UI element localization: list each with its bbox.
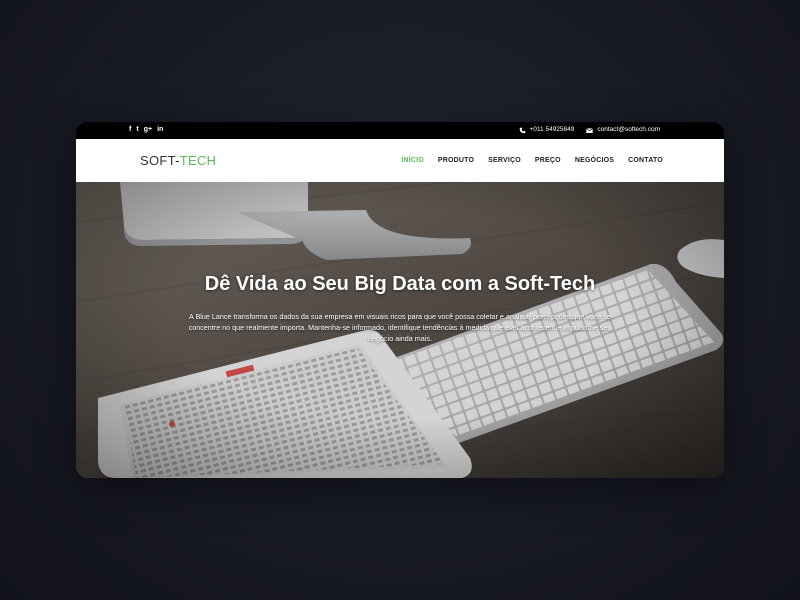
nav-item-produto[interactable]: PRODUTO bbox=[438, 157, 474, 164]
nav-menu: INÍCIO PRODUTO SERVIÇO PREÇO NEGÓCIOS CO… bbox=[401, 157, 663, 164]
hero-description: A Blue Lance transforma os dados da sua … bbox=[188, 312, 612, 343]
main-navbar: SOFT-TECH INÍCIO PRODUTO SERVIÇO PREÇO N… bbox=[76, 139, 724, 182]
browser-frame: f t g+ in +011 54925849 contact@softech.… bbox=[76, 122, 724, 478]
nav-item-negocios[interactable]: NEGÓCIOS bbox=[575, 157, 614, 164]
phone-contact[interactable]: +011 54925849 bbox=[519, 125, 575, 135]
nav-item-preco[interactable]: PREÇO bbox=[535, 157, 561, 164]
envelope-icon bbox=[586, 127, 594, 133]
phone-number: +011 54925849 bbox=[529, 126, 575, 133]
hero-section: Dê Vida ao Seu Big Data com a Soft-Tech … bbox=[76, 182, 724, 478]
logo-text-accent: TECH bbox=[179, 153, 217, 168]
email-contact[interactable]: contact@softech.com bbox=[586, 125, 660, 135]
social-links: f t g+ in bbox=[129, 125, 163, 135]
hero-title: Dê Vida ao Seu Big Data com a Soft-Tech bbox=[204, 273, 596, 295]
site-logo[interactable]: SOFT-TECH bbox=[140, 153, 216, 168]
top-bar: f t g+ in +011 54925849 contact@softech.… bbox=[76, 122, 724, 139]
phone-icon bbox=[519, 127, 525, 133]
nav-item-inicio[interactable]: INÍCIO bbox=[401, 157, 424, 164]
twitter-icon[interactable]: t bbox=[136, 125, 138, 135]
nav-item-contato[interactable]: CONTATO bbox=[628, 157, 663, 164]
logo-text-primary: SOFT- bbox=[140, 153, 180, 168]
facebook-icon[interactable]: f bbox=[129, 125, 131, 135]
contact-info: +011 54925849 contact@softech.com bbox=[519, 125, 660, 135]
email-address: contact@softech.com bbox=[597, 126, 660, 133]
nav-item-servico[interactable]: SERVIÇO bbox=[488, 157, 521, 164]
google-plus-icon[interactable]: g+ bbox=[144, 125, 152, 135]
linkedin-icon[interactable]: in bbox=[157, 125, 163, 135]
